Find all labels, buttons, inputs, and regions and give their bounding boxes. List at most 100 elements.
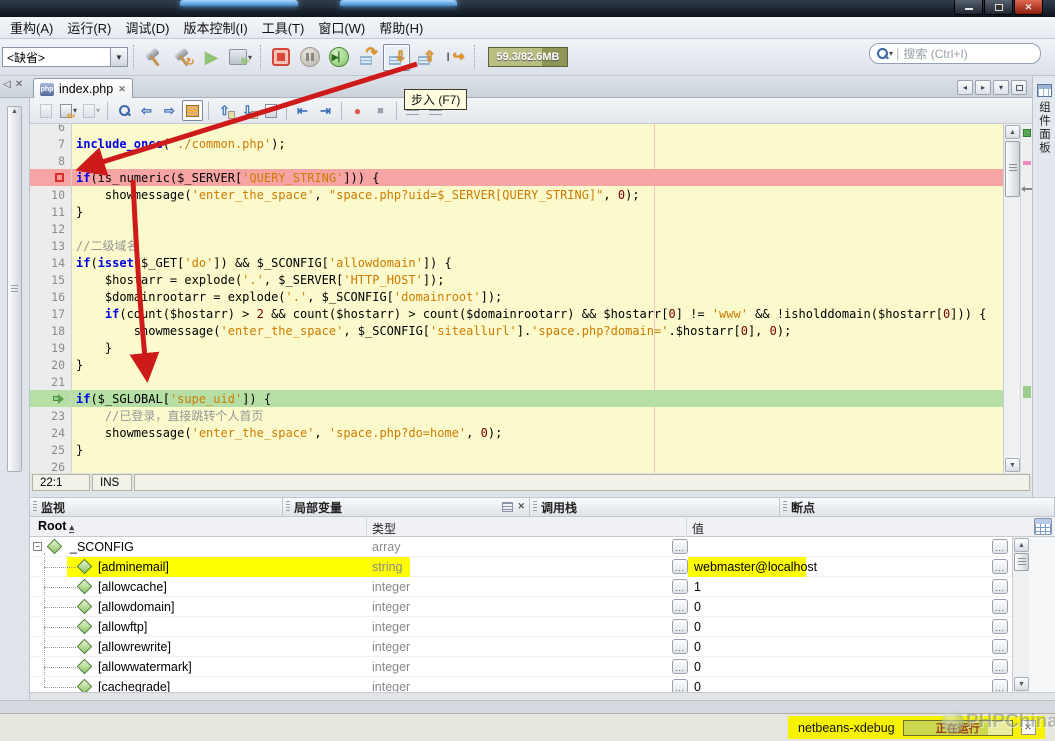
show-value-button[interactable]: ... <box>992 679 1008 692</box>
chevron-down-icon[interactable]: ▾ <box>889 49 893 58</box>
scroll-tabs-left-button[interactable]: ◂ <box>957 80 973 95</box>
config-combo[interactable]: <缺省> ▼ <box>2 47 128 67</box>
expand-collapse-toggle[interactable]: − <box>33 542 42 551</box>
variables-scrollbar[interactable]: ▲ ▼ <box>1012 537 1029 692</box>
jump-forward-button[interactable]: ⇨ <box>159 100 180 121</box>
edit-value-button[interactable]: ... <box>672 559 688 574</box>
close-button[interactable]: ✕ <box>1014 0 1043 15</box>
gutter-line[interactable]: 23 <box>30 407 71 424</box>
finish-debugger-button[interactable] <box>267 44 294 71</box>
gutter-line[interactable]: 17 <box>30 305 71 322</box>
gutter-line[interactable]: 25 <box>30 441 71 458</box>
show-value-button[interactable]: ... <box>992 639 1008 654</box>
current-line-stripe-mark[interactable] <box>1023 386 1031 398</box>
menu-item[interactable]: 帮助(H) <box>372 16 430 39</box>
variable-row[interactable]: −_SCONFIGarray...... <box>30 537 1012 557</box>
gutter-line[interactable]: 11 <box>30 203 71 220</box>
tab-close-icon[interactable]: ✕ <box>118 84 126 95</box>
close-panel-icon[interactable]: ✕ <box>15 78 23 96</box>
dock-left-icon[interactable]: ◁ <box>3 78 11 96</box>
menu-item[interactable]: 重构(A) <box>3 16 60 39</box>
gutter-line[interactable] <box>30 169 71 186</box>
variable-row[interactable]: [allowftp]integer...0... <box>30 617 1012 637</box>
table-columns-icon[interactable] <box>1034 518 1052 535</box>
gutter-line[interactable]: 24 <box>30 424 71 441</box>
scrollbar-thumb[interactable] <box>1005 141 1020 197</box>
gutter-line[interactable]: 16 <box>30 288 71 305</box>
scroll-tabs-right-button[interactable]: ▸ <box>975 80 991 95</box>
editor-vertical-scrollbar[interactable]: ▲ ▼ <box>1003 124 1020 473</box>
step-over-button[interactable]: ↷ <box>354 44 381 71</box>
search-box[interactable]: ▾ | 搜索 (Ctrl+I) <box>869 43 1041 64</box>
code-area[interactable]: include_once('./common.php');if(is_numer… <box>72 124 1003 473</box>
pause-button[interactable] <box>296 44 323 71</box>
edit-value-button[interactable]: ... <box>672 679 688 692</box>
variable-row[interactable]: [allowdomain]integer...0... <box>30 597 1012 617</box>
gutter-line[interactable]: 8 <box>30 152 71 169</box>
maximize-editor-button[interactable] <box>1011 80 1027 95</box>
error-stripe[interactable] <box>1020 124 1032 473</box>
previous-bookmark-button[interactable]: ⇧ <box>214 100 235 121</box>
start-macro-button[interactable]: ● <box>347 100 368 121</box>
tab-local-variables[interactable]: 局部变量 ✕ <box>283 497 530 517</box>
continue-button[interactable]: ▶▏ <box>325 44 352 71</box>
toggle-bookmark-button[interactable] <box>260 100 281 121</box>
step-out-button[interactable]: ⇧ <box>412 44 439 71</box>
gutter-line[interactable] <box>30 390 71 407</box>
gutter-line[interactable]: 6 <box>30 124 71 135</box>
menu-item[interactable]: 调试(D) <box>118 16 176 39</box>
back-to-last-edit-button[interactable]: ▾ <box>58 100 79 121</box>
gutter-line[interactable]: 12 <box>30 220 71 237</box>
run-project-button[interactable]: ▶ <box>198 44 225 71</box>
toggle-highlight-button[interactable] <box>182 100 203 121</box>
scroll-down-button[interactable]: ▼ <box>1014 677 1029 691</box>
cancel-progress-icon[interactable]: ✕ <box>1021 720 1036 735</box>
palette-tab[interactable]: 组件面板 <box>1036 101 1052 155</box>
tab-breakpoints[interactable]: 断点 <box>780 497 1055 517</box>
gutter-line[interactable]: 13 <box>30 237 71 254</box>
menu-item[interactable]: 工具(T) <box>255 16 312 39</box>
chevron-down-icon[interactable]: ▼ <box>110 48 127 66</box>
edit-value-button[interactable]: ... <box>672 579 688 594</box>
variable-row[interactable]: [cachegrade]integer...0... <box>30 677 1012 692</box>
jump-back-button[interactable]: ⇦ <box>136 100 157 121</box>
variables-table[interactable]: −_SCONFIGarray......[adminemail]string..… <box>30 537 1012 692</box>
splitter-grip[interactable] <box>11 285 18 293</box>
breakpoint-icon[interactable] <box>55 173 64 182</box>
gutter-line[interactable]: 21 <box>30 373 71 390</box>
forward-edit-button[interactable]: ▾ <box>81 100 102 121</box>
edit-value-button[interactable]: ... <box>672 659 688 674</box>
clean-build-button[interactable]: ↻ <box>169 44 196 71</box>
stop-macro-button[interactable]: ■ <box>370 100 391 121</box>
shift-right-button[interactable]: ⇥ <box>315 100 336 121</box>
show-value-button[interactable]: ... <box>992 579 1008 594</box>
show-value-button[interactable]: ... <box>992 619 1008 634</box>
breakpoint-stripe-mark[interactable] <box>1023 161 1031 165</box>
variable-row[interactable]: [allowrewrite]integer...0... <box>30 637 1012 657</box>
minimize-button[interactable] <box>954 0 983 15</box>
vertical-splitter[interactable]: ▲ <box>7 106 22 472</box>
debug-project-button[interactable]: ▾ <box>227 44 254 71</box>
tab-list-button[interactable]: ▾ <box>993 80 1009 95</box>
show-value-button[interactable]: ... <box>992 659 1008 674</box>
column-value[interactable]: 值 <box>692 520 704 537</box>
scroll-down-button[interactable]: ▼ <box>1005 458 1020 472</box>
restore-button[interactable] <box>984 0 1013 15</box>
code-editor[interactable]: 67810111213141516171819202123242526 incl… <box>30 124 1032 473</box>
gutter-line[interactable]: 7 <box>30 135 71 152</box>
editor-gutter[interactable]: 67810111213141516171819202123242526 <box>30 124 72 473</box>
scroll-up-button[interactable]: ▲ <box>1014 538 1029 552</box>
gutter-line[interactable]: 15 <box>30 271 71 288</box>
run-to-cursor-button[interactable]: ↪I <box>441 44 468 71</box>
variable-row[interactable]: [allowwatermark]integer...0... <box>30 657 1012 677</box>
last-edit-button[interactable] <box>35 100 56 121</box>
show-value-button[interactable]: ... <box>992 539 1008 554</box>
scroll-up-icon[interactable]: ▲ <box>9 108 20 118</box>
gutter-line[interactable]: 18 <box>30 322 71 339</box>
gutter-line[interactable]: 20 <box>30 356 71 373</box>
step-into-button[interactable]: ⇩ <box>383 44 410 71</box>
menu-item[interactable]: 版本控制(I) <box>176 16 254 39</box>
menu-item[interactable]: 运行(R) <box>60 16 118 39</box>
gutter-line[interactable]: 10 <box>30 186 71 203</box>
show-value-button[interactable]: ... <box>992 559 1008 574</box>
